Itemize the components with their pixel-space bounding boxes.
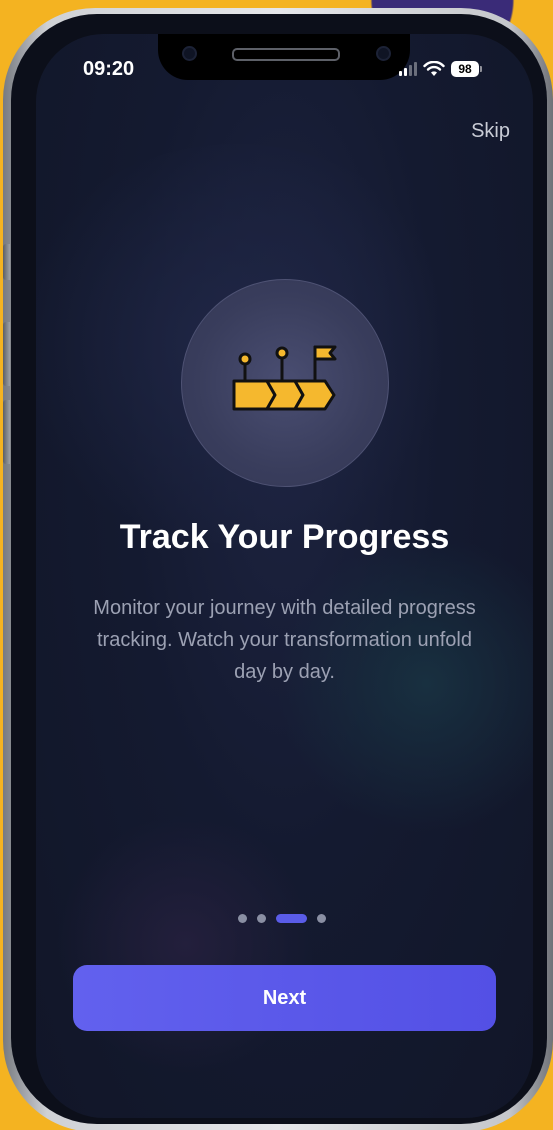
feature-icon-circle (181, 279, 389, 487)
cellular-signal-icon (399, 62, 417, 76)
onboarding-title: Track Your Progress (119, 518, 450, 556)
volume-up-button (3, 322, 10, 386)
sensor-icon (376, 46, 391, 61)
app-screen: 09:20 98 Skip Track Your Progress Monito… (36, 34, 533, 1118)
status-indicators: 98 (399, 60, 482, 78)
camera-icon (182, 46, 197, 61)
speaker (232, 48, 340, 61)
status-time: 09:20 (83, 58, 135, 80)
page-dot-active[interactable] (276, 914, 307, 923)
page-dot[interactable] (317, 914, 326, 923)
mute-switch (3, 244, 10, 280)
onboarding-description: Monitor your journey with detailed progr… (93, 597, 476, 683)
progress-milestone-icon (232, 345, 337, 411)
page-dot[interactable] (238, 914, 247, 923)
page-dot[interactable] (257, 914, 266, 923)
volume-down-button (3, 400, 10, 464)
next-button[interactable]: Next (73, 965, 496, 1031)
phone-frame: 09:20 98 Skip Track Your Progress Monito… (3, 8, 553, 1130)
skip-button[interactable]: Skip (471, 120, 510, 143)
battery-indicator: 98 (451, 61, 482, 77)
wifi-icon (423, 61, 445, 76)
notch (158, 34, 410, 80)
page-indicator (238, 914, 326, 923)
background-glow (56, 814, 316, 1074)
